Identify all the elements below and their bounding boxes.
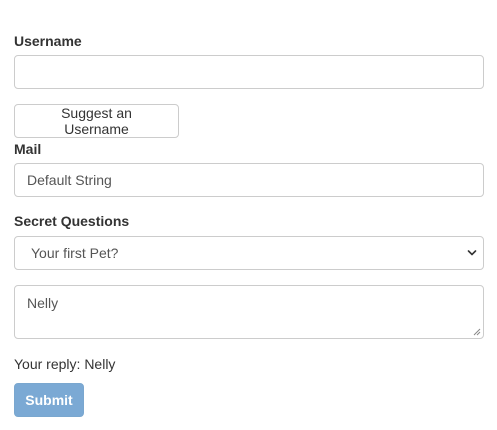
submit-button[interactable]: Submit [14, 383, 84, 417]
reply-line: Your reply: Nelly [14, 356, 115, 372]
secret-question-selected: Your first Pet? [31, 245, 119, 261]
username-label: Username [14, 33, 82, 49]
chevron-down-icon [467, 250, 477, 256]
suggest-username-button[interactable]: Suggest an Username [14, 104, 179, 138]
signup-form: Username Suggest an Username Mail Secret… [0, 0, 497, 430]
reply-prefix: Your reply: [14, 356, 81, 372]
resize-grip-icon[interactable] [473, 328, 481, 336]
secret-answer-textarea[interactable]: Nelly [14, 285, 484, 339]
mail-label: Mail [14, 141, 42, 157]
secret-question-select[interactable]: Your first Pet? [14, 236, 484, 270]
username-input[interactable] [14, 55, 484, 89]
secret-answer-text: Nelly [27, 295, 59, 311]
mail-input[interactable] [14, 163, 484, 197]
reply-value: Nelly [84, 356, 116, 372]
secret-questions-label: Secret Questions [14, 213, 130, 229]
